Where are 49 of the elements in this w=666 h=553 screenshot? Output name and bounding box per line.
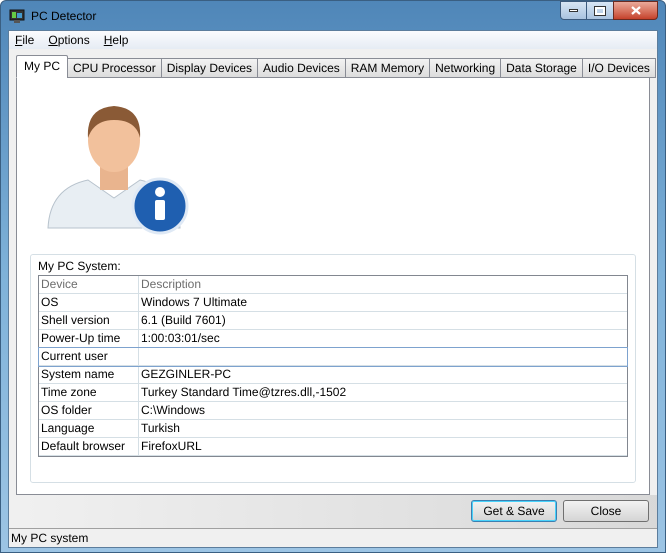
close-icon <box>630 6 640 15</box>
table-cell: Windows 7 Ultimate <box>139 294 627 312</box>
tab[interactable]: My PC <box>16 55 68 78</box>
table-row[interactable]: Language Turkish <box>39 420 627 438</box>
group-title: My PC System: <box>38 258 122 275</box>
tab[interactable]: Data Storage <box>500 58 583 78</box>
column-header[interactable]: Description <box>139 276 627 294</box>
tab[interactable]: Networking <box>429 58 502 78</box>
table-cell: 1:00:03:01/sec <box>139 330 627 348</box>
tab[interactable]: Audio Devices <box>257 58 346 78</box>
tab[interactable]: Display Devices <box>160 58 258 78</box>
maximize-button[interactable] <box>587 1 613 20</box>
dialog-button[interactable]: Get & Save <box>471 500 557 522</box>
table-cell: Current user <box>39 348 139 366</box>
table-row[interactable]: Current user <box>39 348 627 366</box>
dialog-button[interactable]: Close <box>563 500 649 522</box>
tab[interactable]: I/O Devices <box>582 58 656 78</box>
table-cell: Language <box>39 420 139 438</box>
menu-item[interactable]: File <box>15 31 34 49</box>
table-cell: System name <box>39 366 139 384</box>
table-row[interactable]: Time zone Turkey Standard Time@tzres.dll,-1502 <box>39 384 627 402</box>
minimize-button[interactable] <box>560 1 587 20</box>
table-row[interactable]: OS folder C:\Windows <box>39 402 627 420</box>
menu-item[interactable]: Options <box>48 31 90 49</box>
table-cell: GEZGINLER-PC <box>139 366 627 384</box>
status-bar: My PC system <box>9 528 657 547</box>
column-header[interactable]: Device <box>39 276 139 294</box>
tab[interactable]: CPU Processor <box>67 58 162 78</box>
table-row[interactable]: OS Windows 7 Ultimate <box>39 294 627 312</box>
table-cell: FirefoxURL <box>139 438 627 456</box>
window-title: PC Detector <box>31 8 96 24</box>
table-cell: C:\Windows <box>139 402 627 420</box>
table-cell: OS <box>39 294 139 312</box>
table-cell: Shell version <box>39 312 139 330</box>
table-cell: Time zone <box>39 384 139 402</box>
table-cell: Turkish <box>139 420 627 438</box>
table-row[interactable]: Default browser FirefoxURL <box>39 438 627 456</box>
table-cell: Default browser <box>39 438 139 456</box>
tab[interactable]: RAM Memory <box>344 58 430 78</box>
app-icon <box>9 8 25 24</box>
table-cell: 6.1 (Build 7601) <box>139 312 627 330</box>
table-row[interactable]: Shell version 6.1 (Build 7601) <box>39 312 627 330</box>
table-row[interactable]: Power-Up time 1:00:03:01/sec <box>39 330 627 348</box>
table-cell: OS folder <box>39 402 139 420</box>
table-cell: Power-Up time <box>39 330 139 348</box>
table-row[interactable]: System name GEZGINLER-PC <box>39 366 627 384</box>
menu-item[interactable]: Help <box>104 31 128 49</box>
table-cell: Turkey Standard Time@tzres.dll,-1502 <box>139 384 627 402</box>
close-button[interactable] <box>613 1 658 20</box>
